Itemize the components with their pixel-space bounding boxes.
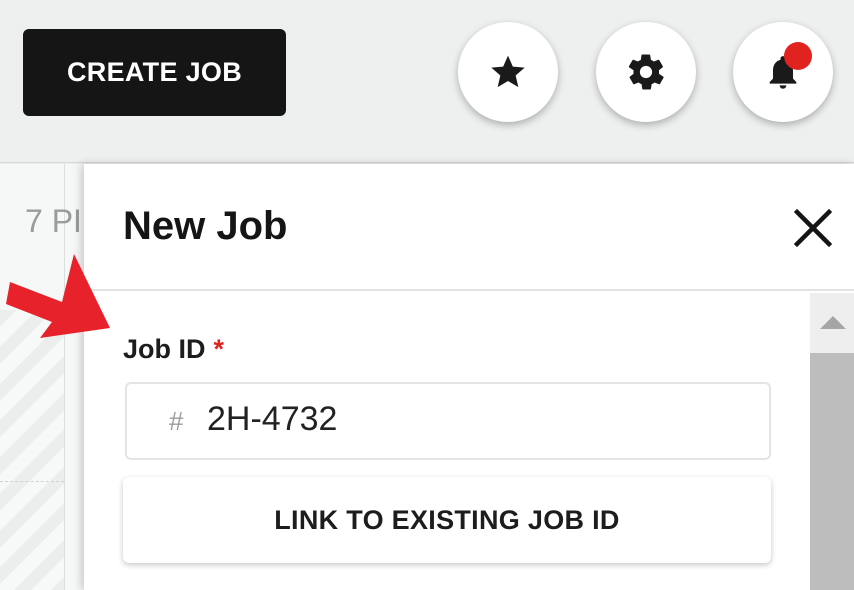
red-arrow-icon: [6, 254, 110, 338]
new-job-panel: New Job Job ID * # 2H-4732 LINK TO EXISTI…: [84, 164, 854, 590]
close-button[interactable]: [791, 206, 835, 250]
notification-badge: [784, 42, 812, 70]
required-marker: *: [213, 334, 225, 364]
unavailable-slot: [0, 310, 64, 590]
slot-divider: [0, 481, 64, 482]
create-job-button[interactable]: CREATE JOB: [23, 29, 286, 116]
hash-icon: #: [169, 406, 184, 436]
notifications-button[interactable]: [733, 22, 833, 122]
close-icon: [793, 208, 833, 248]
star-icon: [491, 55, 525, 88]
gear-icon: [628, 54, 664, 90]
time-label: 7 PI: [25, 203, 82, 239]
top-toolbar: CREATE JOB: [0, 0, 854, 163]
job-id-value[interactable]: 2H-4732: [207, 400, 337, 439]
panel-title: New Job: [123, 204, 288, 248]
job-id-label: Job ID *: [123, 334, 225, 364]
job-id-input[interactable]: # 2H-4732: [125, 382, 771, 460]
link-existing-job-button[interactable]: LINK TO EXISTING JOB ID: [123, 477, 771, 563]
favorites-button[interactable]: [458, 22, 558, 122]
settings-button[interactable]: [596, 22, 696, 122]
chevron-up-icon: [820, 316, 846, 329]
panel-header: New Job: [84, 164, 854, 291]
